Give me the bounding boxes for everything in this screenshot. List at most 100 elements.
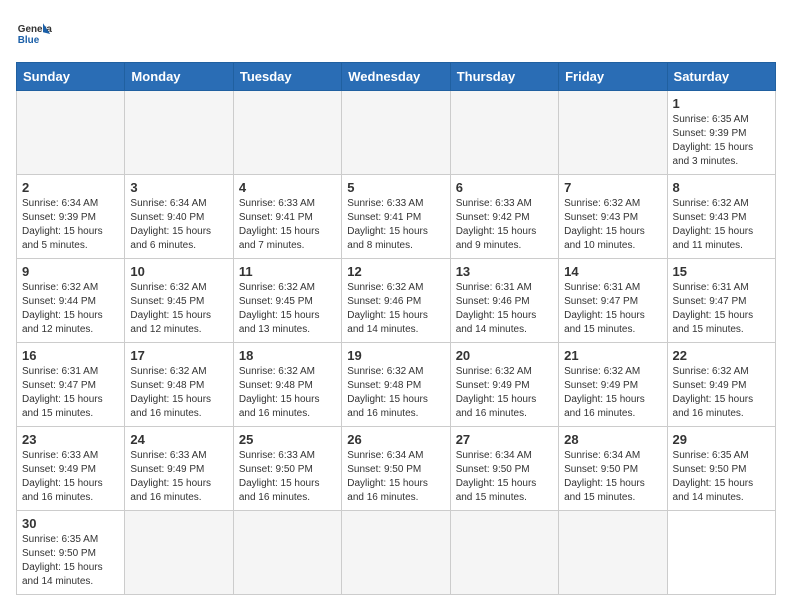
day-info: Sunrise: 6:33 AMSunset: 9:49 PMDaylight:… — [22, 450, 103, 503]
day-number: 18 — [239, 348, 336, 363]
day-info: Sunrise: 6:31 AMSunset: 9:47 PMDaylight:… — [673, 282, 754, 335]
day-number: 4 — [239, 180, 336, 195]
calendar-day-12: 12 Sunrise: 6:32 AMSunset: 9:46 PMDaylig… — [342, 259, 450, 343]
calendar-day-16: 16 Sunrise: 6:31 AMSunset: 9:47 PMDaylig… — [17, 343, 125, 427]
day-number: 25 — [239, 432, 336, 447]
calendar-day-17: 17 Sunrise: 6:32 AMSunset: 9:48 PMDaylig… — [125, 343, 233, 427]
calendar-day-9: 9 Sunrise: 6:32 AMSunset: 9:44 PMDayligh… — [17, 259, 125, 343]
calendar-day-14: 14 Sunrise: 6:31 AMSunset: 9:47 PMDaylig… — [559, 259, 667, 343]
day-number: 26 — [347, 432, 444, 447]
calendar-week-row: 30 Sunrise: 6:35 AMSunset: 9:50 PMDaylig… — [17, 511, 776, 595]
calendar-day-13: 13 Sunrise: 6:31 AMSunset: 9:46 PMDaylig… — [450, 259, 558, 343]
calendar-empty-cell — [559, 511, 667, 595]
logo-icon: General Blue — [16, 16, 52, 52]
day-info: Sunrise: 6:35 AMSunset: 9:50 PMDaylight:… — [673, 450, 754, 503]
day-number: 19 — [347, 348, 444, 363]
day-number: 3 — [130, 180, 227, 195]
day-info: Sunrise: 6:32 AMSunset: 9:49 PMDaylight:… — [564, 366, 645, 419]
day-number: 16 — [22, 348, 119, 363]
weekday-header-friday: Friday — [559, 63, 667, 91]
day-info: Sunrise: 6:35 AMSunset: 9:50 PMDaylight:… — [22, 534, 103, 587]
calendar-day-30: 30 Sunrise: 6:35 AMSunset: 9:50 PMDaylig… — [17, 511, 125, 595]
day-info: Sunrise: 6:32 AMSunset: 9:48 PMDaylight:… — [347, 366, 428, 419]
svg-text:Blue: Blue — [18, 35, 40, 46]
day-info: Sunrise: 6:35 AMSunset: 9:39 PMDaylight:… — [673, 114, 754, 167]
day-number: 24 — [130, 432, 227, 447]
calendar-day-3: 3 Sunrise: 6:34 AMSunset: 9:40 PMDayligh… — [125, 175, 233, 259]
day-info: Sunrise: 6:34 AMSunset: 9:50 PMDaylight:… — [347, 450, 428, 503]
day-number: 27 — [456, 432, 553, 447]
day-info: Sunrise: 6:34 AMSunset: 9:39 PMDaylight:… — [22, 198, 103, 251]
day-number: 1 — [673, 96, 770, 111]
calendar-day-4: 4 Sunrise: 6:33 AMSunset: 9:41 PMDayligh… — [233, 175, 341, 259]
day-number: 28 — [564, 432, 661, 447]
calendar-day-29: 29 Sunrise: 6:35 AMSunset: 9:50 PMDaylig… — [667, 427, 775, 511]
calendar-day-15: 15 Sunrise: 6:31 AMSunset: 9:47 PMDaylig… — [667, 259, 775, 343]
calendar-empty-cell — [233, 91, 341, 175]
calendar-empty-cell — [342, 91, 450, 175]
day-info: Sunrise: 6:33 AMSunset: 9:42 PMDaylight:… — [456, 198, 537, 251]
weekday-header-thursday: Thursday — [450, 63, 558, 91]
day-number: 14 — [564, 264, 661, 279]
weekday-header-monday: Monday — [125, 63, 233, 91]
weekday-header-sunday: Sunday — [17, 63, 125, 91]
day-info: Sunrise: 6:32 AMSunset: 9:49 PMDaylight:… — [673, 366, 754, 419]
calendar-day-21: 21 Sunrise: 6:32 AMSunset: 9:49 PMDaylig… — [559, 343, 667, 427]
day-number: 6 — [456, 180, 553, 195]
day-number: 22 — [673, 348, 770, 363]
day-number: 15 — [673, 264, 770, 279]
day-number: 2 — [22, 180, 119, 195]
calendar-empty-cell — [450, 91, 558, 175]
day-info: Sunrise: 6:34 AMSunset: 9:50 PMDaylight:… — [456, 450, 537, 503]
day-info: Sunrise: 6:31 AMSunset: 9:47 PMDaylight:… — [564, 282, 645, 335]
calendar-day-24: 24 Sunrise: 6:33 AMSunset: 9:49 PMDaylig… — [125, 427, 233, 511]
day-info: Sunrise: 6:33 AMSunset: 9:41 PMDaylight:… — [239, 198, 320, 251]
calendar-day-27: 27 Sunrise: 6:34 AMSunset: 9:50 PMDaylig… — [450, 427, 558, 511]
calendar-day-6: 6 Sunrise: 6:33 AMSunset: 9:42 PMDayligh… — [450, 175, 558, 259]
calendar-day-10: 10 Sunrise: 6:32 AMSunset: 9:45 PMDaylig… — [125, 259, 233, 343]
day-info: Sunrise: 6:34 AMSunset: 9:50 PMDaylight:… — [564, 450, 645, 503]
day-number: 30 — [22, 516, 119, 531]
weekday-header-wednesday: Wednesday — [342, 63, 450, 91]
day-number: 10 — [130, 264, 227, 279]
day-info: Sunrise: 6:32 AMSunset: 9:48 PMDaylight:… — [239, 366, 320, 419]
calendar-empty-cell — [559, 91, 667, 175]
logo: General Blue — [16, 16, 52, 52]
day-info: Sunrise: 6:32 AMSunset: 9:45 PMDaylight:… — [239, 282, 320, 335]
day-number: 13 — [456, 264, 553, 279]
calendar-day-28: 28 Sunrise: 6:34 AMSunset: 9:50 PMDaylig… — [559, 427, 667, 511]
calendar-week-row: 9 Sunrise: 6:32 AMSunset: 9:44 PMDayligh… — [17, 259, 776, 343]
day-number: 9 — [22, 264, 119, 279]
day-number: 20 — [456, 348, 553, 363]
day-info: Sunrise: 6:32 AMSunset: 9:49 PMDaylight:… — [456, 366, 537, 419]
day-number: 5 — [347, 180, 444, 195]
calendar-day-26: 26 Sunrise: 6:34 AMSunset: 9:50 PMDaylig… — [342, 427, 450, 511]
calendar-week-row: 1 Sunrise: 6:35 AMSunset: 9:39 PMDayligh… — [17, 91, 776, 175]
day-number: 7 — [564, 180, 661, 195]
day-number: 8 — [673, 180, 770, 195]
calendar-week-row: 23 Sunrise: 6:33 AMSunset: 9:49 PMDaylig… — [17, 427, 776, 511]
day-info: Sunrise: 6:32 AMSunset: 9:43 PMDaylight:… — [564, 198, 645, 251]
day-number: 12 — [347, 264, 444, 279]
calendar-empty-cell — [450, 511, 558, 595]
day-number: 17 — [130, 348, 227, 363]
day-number: 29 — [673, 432, 770, 447]
day-number: 23 — [22, 432, 119, 447]
calendar-day-8: 8 Sunrise: 6:32 AMSunset: 9:43 PMDayligh… — [667, 175, 775, 259]
day-info: Sunrise: 6:32 AMSunset: 9:48 PMDaylight:… — [130, 366, 211, 419]
day-info: Sunrise: 6:32 AMSunset: 9:44 PMDaylight:… — [22, 282, 103, 335]
weekday-header-row: SundayMondayTuesdayWednesdayThursdayFrid… — [17, 63, 776, 91]
calendar-empty-cell — [233, 511, 341, 595]
calendar-empty-cell — [125, 91, 233, 175]
day-info: Sunrise: 6:32 AMSunset: 9:45 PMDaylight:… — [130, 282, 211, 335]
calendar-day-22: 22 Sunrise: 6:32 AMSunset: 9:49 PMDaylig… — [667, 343, 775, 427]
day-info: Sunrise: 6:31 AMSunset: 9:46 PMDaylight:… — [456, 282, 537, 335]
day-info: Sunrise: 6:32 AMSunset: 9:46 PMDaylight:… — [347, 282, 428, 335]
header: General Blue — [16, 16, 776, 52]
weekday-header-saturday: Saturday — [667, 63, 775, 91]
calendar-table: SundayMondayTuesdayWednesdayThursdayFrid… — [16, 62, 776, 595]
calendar-empty-cell — [17, 91, 125, 175]
calendar-day-11: 11 Sunrise: 6:32 AMSunset: 9:45 PMDaylig… — [233, 259, 341, 343]
calendar-day-25: 25 Sunrise: 6:33 AMSunset: 9:50 PMDaylig… — [233, 427, 341, 511]
day-number: 11 — [239, 264, 336, 279]
